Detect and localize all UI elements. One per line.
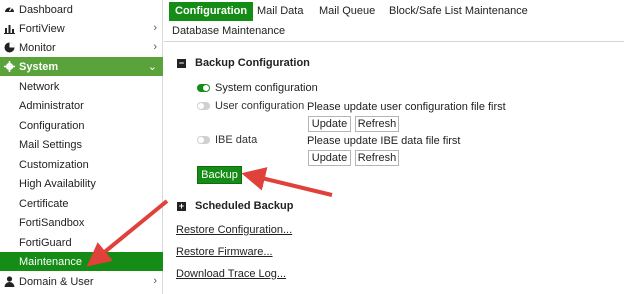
sidebar-item-fortiguard[interactable]: FortiGuard — [0, 233, 163, 252]
sidebar: Dashboard FortiView › Monitor › System ⌄… — [0, 0, 163, 294]
bar-chart-icon — [4, 23, 15, 34]
system-configuration-toggle[interactable] — [197, 84, 210, 92]
sidebar-item-label: Customization — [19, 158, 89, 171]
scheduled-backup-header[interactable]: + Scheduled Backup — [177, 200, 293, 212]
sidebar-item-label: Network — [19, 80, 60, 93]
sidebar-item-monitor[interactable]: Monitor › — [0, 38, 163, 57]
tab-block-safe-list-maintenance[interactable]: Block/Safe List Maintenance — [389, 2, 528, 21]
sidebar-item-label: Administrator — [19, 99, 84, 112]
backup-configuration-title: Backup Configuration — [195, 57, 310, 69]
dashboard-icon — [4, 4, 15, 15]
sidebar-item-label: System — [19, 60, 59, 73]
tab-database-maintenance[interactable]: Database Maintenance — [172, 22, 285, 41]
ibe-data-label: IBE data — [215, 134, 258, 146]
user-icon — [4, 276, 15, 287]
sidebar-item-label: Monitor — [19, 41, 56, 54]
restore-firmware-link[interactable]: Restore Firmware... — [176, 246, 273, 258]
chevron-right-icon: › — [153, 22, 157, 34]
sidebar-item-certificate[interactable]: Certificate — [0, 194, 163, 213]
sidebar-item-high-availability[interactable]: High Availability — [0, 174, 163, 193]
sidebar-item-customization[interactable]: Customization — [0, 155, 163, 174]
sidebar-item-configuration[interactable]: Configuration — [0, 116, 163, 135]
pie-chart-icon — [4, 42, 15, 53]
ibe-update-button[interactable]: Update — [308, 150, 351, 166]
user-configuration-label: User configuration — [215, 100, 305, 112]
ibe-refresh-button[interactable]: Refresh — [355, 150, 399, 166]
tab-mail-data[interactable]: Mail Data — [257, 2, 303, 21]
gear-icon — [4, 61, 15, 72]
ibe-data-note: Please update IBE data file first — [307, 135, 461, 147]
user-configuration-toggle[interactable] — [197, 102, 210, 110]
sidebar-item-label: Mail Settings — [19, 138, 82, 151]
sidebar-item-administrator[interactable]: Administrator — [0, 96, 163, 115]
sidebar-item-label: Configuration — [19, 119, 85, 132]
user-update-button[interactable]: Update — [308, 116, 351, 132]
chevron-right-icon: › — [153, 275, 157, 287]
sidebar-item-system[interactable]: System ⌄ — [0, 57, 163, 76]
sidebar-item-fortiview[interactable]: FortiView › — [0, 19, 163, 38]
sidebar-item-dashboard[interactable]: Dashboard — [0, 0, 163, 19]
scheduled-backup-title: Scheduled Backup — [195, 200, 294, 212]
system-configuration-option[interactable]: System configuration — [197, 82, 318, 94]
user-refresh-button[interactable]: Refresh — [355, 116, 399, 132]
tab-configuration[interactable]: Configuration — [169, 2, 254, 21]
tab-mail-queue[interactable]: Mail Queue — [319, 2, 375, 21]
arrow-to-backup — [241, 167, 333, 197]
sidebar-item-fortisandbox[interactable]: FortiSandbox — [0, 213, 163, 232]
ibe-data-toggle[interactable] — [197, 136, 210, 144]
sidebar-item-mail-settings[interactable]: Mail Settings — [0, 135, 163, 154]
ibe-data-option[interactable]: IBE data — [197, 134, 257, 146]
sidebar-item-label: Domain & User — [19, 275, 94, 288]
backup-configuration-header[interactable]: − Backup Configuration — [177, 57, 310, 69]
collapse-icon: − — [177, 57, 186, 68]
sidebar-item-label: FortiView — [19, 22, 65, 35]
sidebar-item-label: Certificate — [19, 197, 69, 210]
sidebar-item-network[interactable]: Network — [0, 77, 163, 96]
sidebar-item-label: High Availability — [19, 177, 96, 190]
system-configuration-label: System configuration — [215, 82, 318, 94]
backup-button[interactable]: Backup — [197, 166, 242, 184]
sidebar-item-domain-user[interactable]: Domain & User › — [0, 272, 163, 291]
chevron-down-icon: ⌄ — [147, 61, 157, 73]
sidebar-item-label: FortiGuard — [19, 236, 72, 249]
chevron-right-icon: › — [153, 41, 157, 53]
restore-configuration-link[interactable]: Restore Configuration... — [176, 224, 292, 236]
download-trace-log-link[interactable]: Download Trace Log... — [176, 268, 286, 280]
sidebar-item-label: FortiSandbox — [19, 216, 85, 229]
sidebar-item-maintenance[interactable]: Maintenance — [0, 252, 163, 271]
user-configuration-option[interactable]: User configuration — [197, 100, 304, 112]
user-configuration-note: Please update user configuration file fi… — [307, 101, 506, 113]
sidebar-item-label: Dashboard — [19, 3, 73, 16]
expand-icon: + — [177, 200, 186, 211]
sidebar-item-label: Maintenance — [19, 255, 82, 268]
